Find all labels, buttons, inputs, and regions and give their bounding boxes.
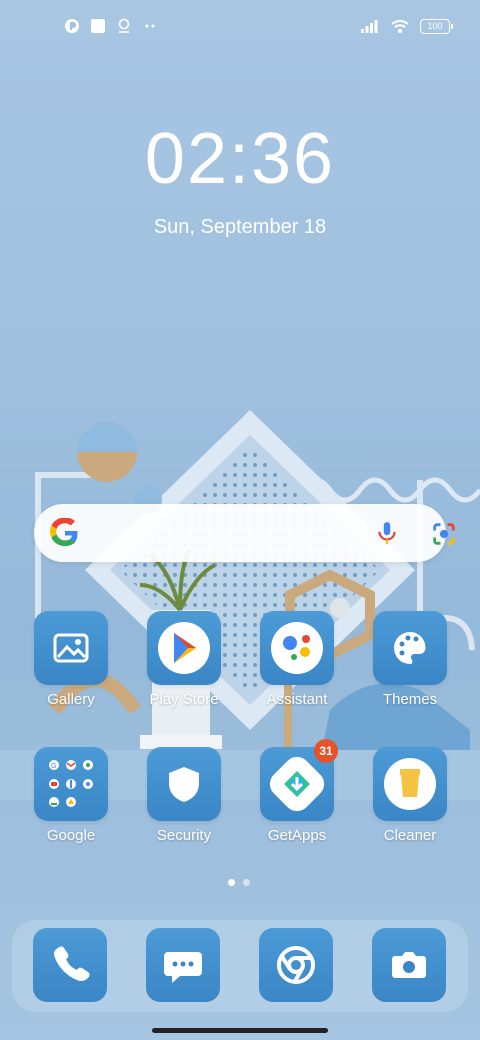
location-icon	[118, 18, 130, 33]
camera-icon[interactable]	[372, 928, 446, 1002]
getapps-icon[interactable]: 31	[260, 739, 338, 821]
app-label: Play Store	[149, 691, 219, 708]
page-dot-1[interactable]	[228, 879, 235, 886]
app-icon	[65, 19, 79, 33]
app-getapps[interactable]: 31 GetApps	[247, 739, 347, 844]
phone-icon[interactable]	[33, 928, 107, 1002]
signal-icon	[361, 20, 378, 33]
app-security[interactable]: Security	[134, 747, 234, 844]
app-label: GetApps	[267, 827, 327, 844]
app-label: Security	[156, 827, 212, 844]
home-gesture-bar[interactable]	[152, 1028, 328, 1033]
battery-icon: 100	[420, 18, 453, 34]
app-label: Gallery	[47, 691, 95, 708]
wallpaper-scene	[0, 410, 480, 800]
status-bar: 100	[0, 0, 480, 56]
app-assistant[interactable]: Assistant	[247, 611, 347, 708]
google-search-bar[interactable]	[34, 504, 455, 562]
app-label: Themes	[382, 691, 438, 708]
page-dot-2[interactable]	[243, 879, 250, 886]
more-dots-icon	[145, 24, 155, 28]
app-cleaner[interactable]: Cleaner	[360, 747, 460, 844]
assistant-icon[interactable]	[260, 611, 334, 685]
wifi-icon	[391, 20, 409, 33]
app-label: Cleaner	[383, 827, 437, 844]
shield-icon[interactable]	[147, 747, 221, 821]
date[interactable]: Sun, September 18	[0, 216, 480, 239]
mic-icon[interactable]	[374, 520, 400, 546]
google-g-icon[interactable]	[50, 518, 80, 548]
app-themes[interactable]: Themes	[360, 611, 460, 708]
gallery-icon[interactable]	[34, 611, 108, 685]
lens-icon[interactable]	[430, 520, 458, 548]
square-icon	[91, 19, 105, 33]
app-label: Google	[46, 827, 96, 844]
palette-icon[interactable]	[373, 611, 447, 685]
cleaner-icon[interactable]	[373, 747, 447, 821]
app-google-folder[interactable]: G Google	[21, 747, 121, 844]
google-folder-icon[interactable]: G	[34, 747, 108, 821]
app-gallery[interactable]: Gallery	[21, 611, 121, 708]
chrome-icon[interactable]	[259, 928, 333, 1002]
clock[interactable]: 02:36	[0, 118, 480, 200]
app-label: Assistant	[266, 691, 328, 708]
app-play-store[interactable]: Play Store	[134, 611, 234, 708]
messages-icon[interactable]	[146, 928, 220, 1002]
svg-text:G: G	[51, 763, 56, 770]
notification-badge: 31	[314, 739, 338, 763]
page-indicator	[228, 879, 250, 886]
play-store-icon[interactable]	[147, 611, 221, 685]
